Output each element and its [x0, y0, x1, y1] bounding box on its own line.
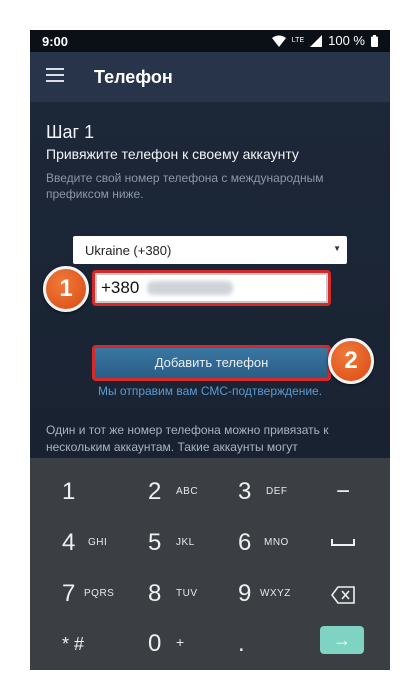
- key-digit: 9: [238, 580, 252, 607]
- key-letters: MNO: [264, 537, 289, 548]
- key-letters: DEF: [266, 486, 288, 497]
- status-icons: LTE 100 %: [271, 33, 378, 48]
- country-select-value: Ukraine (+380): [85, 243, 172, 258]
- arrow-right-icon: →: [333, 630, 351, 650]
- key-0[interactable]: 0 +: [148, 630, 208, 660]
- key-digit: 7: [62, 580, 76, 607]
- info-text: Один и тот же номер телефона можно привя…: [46, 423, 329, 454]
- key-6[interactable]: 6 MNO: [238, 529, 298, 559]
- step-marker-2: 2: [328, 338, 374, 384]
- battery-percent: 100 %: [328, 33, 365, 48]
- dropdown-caret-icon: ▼: [333, 244, 341, 253]
- key-digit: 0: [148, 630, 162, 657]
- status-bar: 9:00 LTE 100 %: [30, 30, 390, 52]
- lte-label: LTE: [291, 37, 305, 44]
- key-9[interactable]: 9 WXYZ: [238, 580, 298, 610]
- key-digit: 5: [148, 529, 162, 556]
- step-subtitle: Привяжите телефон к своему аккаунту: [46, 146, 299, 162]
- blurred-digits: [147, 281, 233, 295]
- key-letters: WXYZ: [260, 588, 291, 599]
- key-digit: 2: [148, 478, 162, 505]
- space-icon: [331, 539, 355, 546]
- key-4[interactable]: 4 GHI: [62, 529, 122, 559]
- phone-number-value: +380: [101, 278, 140, 297]
- country-select[interactable]: Ukraine (+380) ▼: [73, 236, 347, 264]
- key-minus[interactable]: −: [336, 478, 360, 508]
- backspace-key[interactable]: [331, 580, 361, 610]
- battery-icon: [371, 34, 378, 47]
- key-7[interactable]: 7 PQRS: [62, 580, 122, 610]
- key-dot[interactable]: .: [238, 630, 298, 660]
- go-key[interactable]: →: [320, 626, 364, 654]
- key-2[interactable]: 2 ABC: [148, 478, 208, 508]
- app-bar: Телефон: [30, 52, 390, 102]
- phone-screen: 9:00 LTE 100 % Телефон Шаг 1 Привяжите т…: [30, 30, 390, 670]
- key-digit: .: [238, 630, 245, 657]
- key-letters: PQRS: [84, 588, 115, 599]
- main-content: Шаг 1 Привяжите телефон к своему аккаунт…: [30, 102, 390, 408]
- wifi-icon: [271, 35, 286, 47]
- key-letters: ABC: [176, 486, 199, 497]
- sms-confirmation-note: Мы отправим вам СМС-подтверждение.: [97, 384, 323, 398]
- key-digit: * #: [62, 634, 85, 654]
- key-digit: 8: [148, 580, 162, 607]
- status-time: 9:00: [42, 34, 69, 49]
- key-digit: 6: [238, 529, 252, 556]
- key-digit: 3: [238, 478, 252, 505]
- key-star-hash[interactable]: * #: [62, 630, 122, 660]
- key-digit: −: [336, 478, 351, 505]
- key-letters: TUV: [176, 588, 198, 599]
- signal-icon: [310, 34, 323, 47]
- backspace-icon: [331, 586, 355, 604]
- add-phone-button[interactable]: Добавить телефон: [92, 345, 331, 381]
- key-5[interactable]: 5 JKL: [148, 529, 208, 559]
- key-space[interactable]: [331, 529, 361, 559]
- key-digit: 4: [62, 529, 76, 556]
- key-letters: JKL: [176, 537, 195, 548]
- key-digit: 1: [62, 478, 76, 505]
- key-letters: +: [176, 634, 185, 650]
- step-label: Шаг 1: [46, 122, 95, 142]
- step-marker-1: 1: [43, 266, 89, 312]
- numeric-keyboard: 1 2 ABC 3 DEF − 4 GHI 5 JKL 6 MNO 7 PQRS…: [30, 458, 390, 670]
- key-1[interactable]: 1: [62, 478, 122, 508]
- key-letters: GHI: [88, 537, 108, 548]
- page-title: Телефон: [94, 67, 173, 87]
- key-8[interactable]: 8 TUV: [148, 580, 208, 610]
- step-hint: Введите свой номер телефона с международ…: [46, 171, 324, 201]
- phone-number-input[interactable]: +380: [92, 270, 331, 306]
- key-3[interactable]: 3 DEF: [238, 478, 298, 508]
- hamburger-menu-icon[interactable]: [46, 68, 64, 82]
